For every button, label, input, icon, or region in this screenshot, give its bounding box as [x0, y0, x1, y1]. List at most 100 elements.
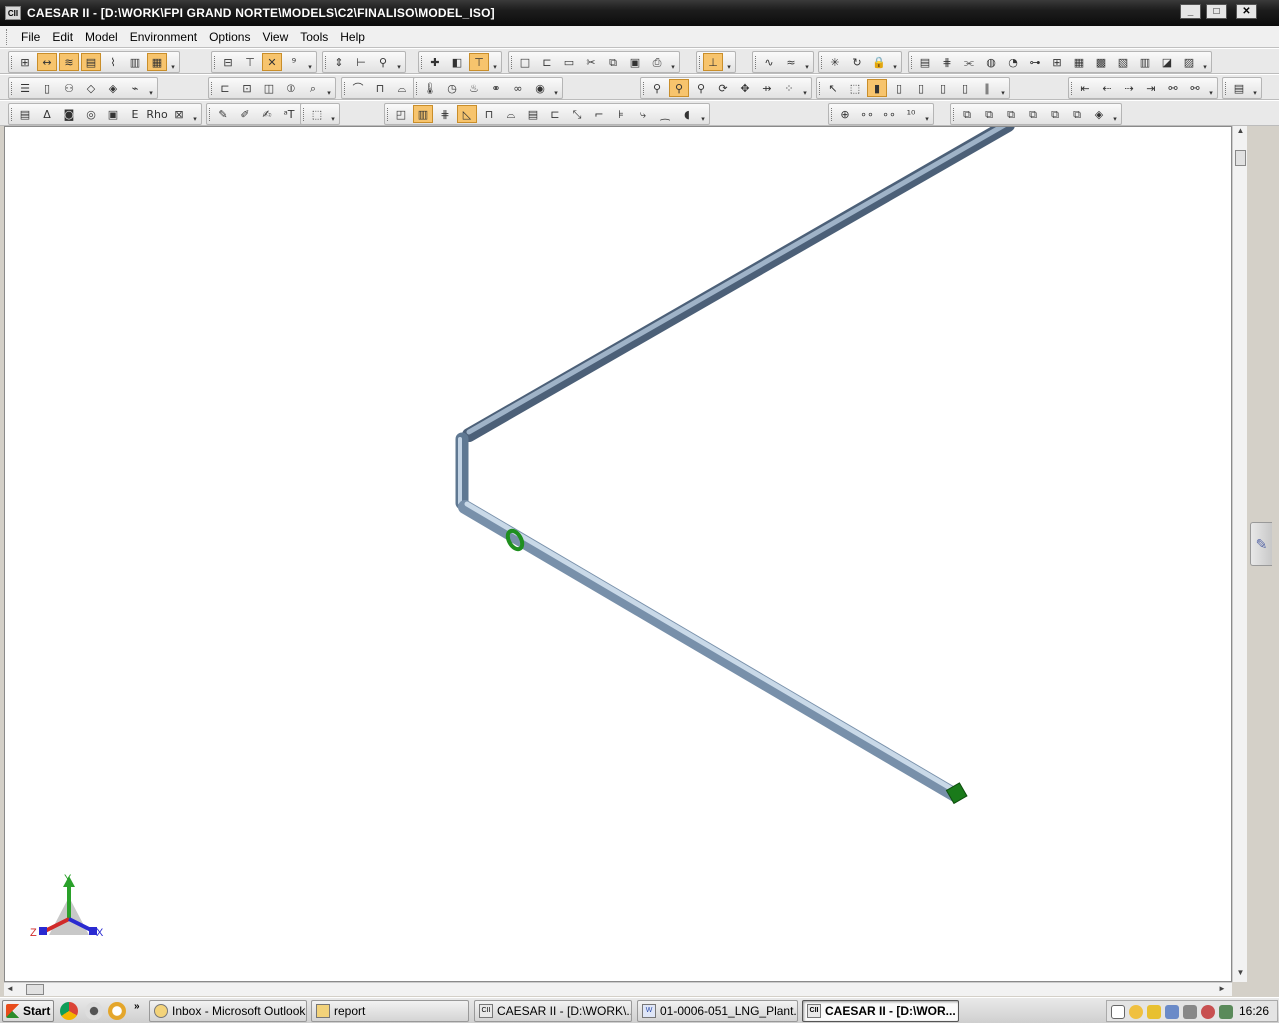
- tee-view-icon[interactable]: ⊓: [479, 105, 499, 123]
- chain-icon[interactable]: ⚭: [486, 79, 506, 97]
- quicklaunch-overflow-icon[interactable]: »: [134, 1001, 140, 1012]
- toolbar-overflow-icon[interactable]: ▾: [891, 53, 899, 71]
- side-panel-tab[interactable]: ✎: [1250, 522, 1272, 566]
- list-icon[interactable]: ☰: [15, 79, 35, 97]
- flow-icon[interactable]: ⦶: [281, 79, 301, 97]
- box-front-icon[interactable]: ⧉: [957, 105, 977, 123]
- quicklaunch-app-icon[interactable]: [85, 1002, 103, 1020]
- delta-icon[interactable]: Δ: [37, 105, 57, 123]
- print-icon[interactable]: ⎙: [647, 53, 667, 71]
- hook-icon[interactable]: ⤷: [633, 105, 653, 123]
- rotate-icon[interactable]: ⟳: [713, 79, 733, 97]
- coords-icon[interactable]: ∘∘: [857, 105, 877, 123]
- curve-icon[interactable]: ≈: [781, 53, 801, 71]
- toolbar-overflow-icon[interactable]: ▾: [699, 105, 707, 123]
- box-bottom-icon[interactable]: ⧉: [1067, 105, 1087, 123]
- zoom-window-icon[interactable]: ⚲: [647, 79, 667, 97]
- network-icon[interactable]: [1165, 1005, 1179, 1019]
- hydro-icon[interactable]: ◪: [1157, 53, 1177, 71]
- menu-grip[interactable]: [6, 28, 9, 45]
- centerline-icon[interactable]: ∥: [977, 79, 997, 97]
- pressure-icon[interactable]: ◎: [81, 105, 101, 123]
- column-icon[interactable]: ▥: [125, 53, 145, 71]
- toolbar-overflow-icon[interactable]: ▾: [147, 79, 155, 97]
- toolbar-overflow-icon[interactable]: ▾: [329, 105, 337, 123]
- scroll-down-arrow-icon[interactable]: ▼: [1233, 968, 1248, 980]
- toolbar-overflow-icon[interactable]: ▾: [325, 79, 333, 97]
- close-button[interactable]: ✕: [1236, 4, 1257, 19]
- box-left-icon[interactable]: ⧉: [1001, 105, 1021, 123]
- elbow-icon[interactable]: ⌐: [589, 105, 609, 123]
- copy-icon[interactable]: ⧉: [603, 53, 623, 71]
- toolbar-overflow-icon[interactable]: ▾: [491, 53, 499, 71]
- start-button[interactable]: Start: [2, 1000, 54, 1022]
- next-icon[interactable]: ⇢: [1119, 79, 1139, 97]
- walk-icon[interactable]: ⇸: [757, 79, 777, 97]
- menu-tools[interactable]: Tools: [294, 30, 334, 44]
- box-right-icon[interactable]: ⧉: [1023, 105, 1043, 123]
- menu-help[interactable]: Help: [334, 30, 371, 44]
- toolbar-overflow-icon[interactable]: ▾: [803, 53, 811, 71]
- taskbar-button-outlook[interactable]: Inbox - Microsoft Outlook: [149, 1000, 307, 1022]
- taskbar-button-caesar-active[interactable]: CII CAESAR II - [D:\WOR...: [802, 1000, 959, 1022]
- stack-icon[interactable]: ⊧: [611, 105, 631, 123]
- pipe-segment-upper[interactable]: [462, 127, 1015, 442]
- box-top-icon[interactable]: ⧉: [1045, 105, 1065, 123]
- pan-icon[interactable]: ✥: [735, 79, 755, 97]
- toolbar-overflow-icon[interactable]: ▾: [923, 105, 931, 123]
- hatch-icon[interactable]: ⌇: [103, 53, 123, 71]
- binoculars-icon[interactable]: ⚲: [373, 53, 393, 71]
- align-icon[interactable]: ⊢: [351, 53, 371, 71]
- tank-icon[interactable]: ⊏: [545, 105, 565, 123]
- stress-icon[interactable]: ▤: [15, 105, 35, 123]
- signal-icon[interactable]: ∿: [759, 53, 779, 71]
- paint-icon[interactable]: ◇: [81, 79, 101, 97]
- security-shield-icon[interactable]: [1147, 1005, 1161, 1019]
- book-icon[interactable]: ▥: [413, 105, 433, 123]
- save-icon[interactable]: ▭: [559, 53, 579, 71]
- vertical-scrollbar[interactable]: ▲ ▼: [1232, 126, 1247, 982]
- hidden-icon[interactable]: ▯: [911, 79, 931, 97]
- app-icon[interactable]: CII: [5, 6, 21, 20]
- pipe-view-icon[interactable]: ⌓: [501, 105, 521, 123]
- walkthrough-icon[interactable]: ⚯: [1185, 79, 1205, 97]
- bridge-icon[interactable]: ⌒: [348, 79, 368, 97]
- toolbar-overflow-icon[interactable]: ▾: [191, 105, 199, 123]
- flex-icon[interactable]: ◖: [677, 105, 697, 123]
- model-viewport[interactable]: Y Z X: [4, 126, 1232, 982]
- pipe-segment-lower[interactable]: [458, 500, 962, 802]
- pipe-icon[interactable]: ◫: [259, 79, 279, 97]
- horizontal-scrollbar[interactable]: ◄ ►: [4, 982, 1232, 996]
- document-icon[interactable]: ▯: [37, 79, 57, 97]
- elastic-icon[interactable]: E: [125, 105, 145, 123]
- cross-icon[interactable]: ✕: [262, 53, 282, 71]
- toolbar-overflow-icon[interactable]: ▾: [552, 79, 560, 97]
- grid-icon[interactable]: ⊞: [15, 53, 35, 71]
- draw-icon[interactable]: ✍: [257, 105, 277, 123]
- taskbar-button-word[interactable]: W 01-0006-051_LNG_Plant...: [637, 1000, 798, 1022]
- toolbar-overflow-icon[interactable]: ▾: [669, 53, 677, 71]
- edit-icon[interactable]: ✐: [235, 105, 255, 123]
- nodes-icon[interactable]: ⋕: [937, 53, 957, 71]
- link-icon[interactable]: ∞: [508, 79, 528, 97]
- wireframe-icon[interactable]: ▯: [889, 79, 909, 97]
- cube-icon[interactable]: ◧: [447, 53, 467, 71]
- translucent-icon[interactable]: ▯: [933, 79, 953, 97]
- minimize-button[interactable]: _: [1180, 4, 1201, 19]
- truss-icon[interactable]: ⌓: [392, 79, 412, 97]
- volume-icon[interactable]: [1183, 1005, 1197, 1019]
- toolbar-overflow-icon[interactable]: ▾: [306, 53, 314, 71]
- menu-edit[interactable]: Edit: [46, 30, 79, 44]
- table-icon[interactable]: ⊓: [370, 79, 390, 97]
- toolbar-overflow-icon[interactable]: ▾: [395, 53, 403, 71]
- open-icon[interactable]: ⊏: [537, 53, 557, 71]
- box-back-icon[interactable]: ⧉: [979, 105, 999, 123]
- pencil-icon[interactable]: ✎: [213, 105, 233, 123]
- help-icon[interactable]: [1111, 1005, 1125, 1019]
- scroll-up-arrow-icon[interactable]: ▲: [1233, 126, 1248, 138]
- fire-icon[interactable]: ♨: [464, 79, 484, 97]
- display-icon[interactable]: ⊡: [237, 79, 257, 97]
- menu-file[interactable]: File: [15, 30, 46, 44]
- refresh-icon[interactable]: ↻: [847, 53, 867, 71]
- horizontal-scroll-thumb[interactable]: [26, 984, 44, 995]
